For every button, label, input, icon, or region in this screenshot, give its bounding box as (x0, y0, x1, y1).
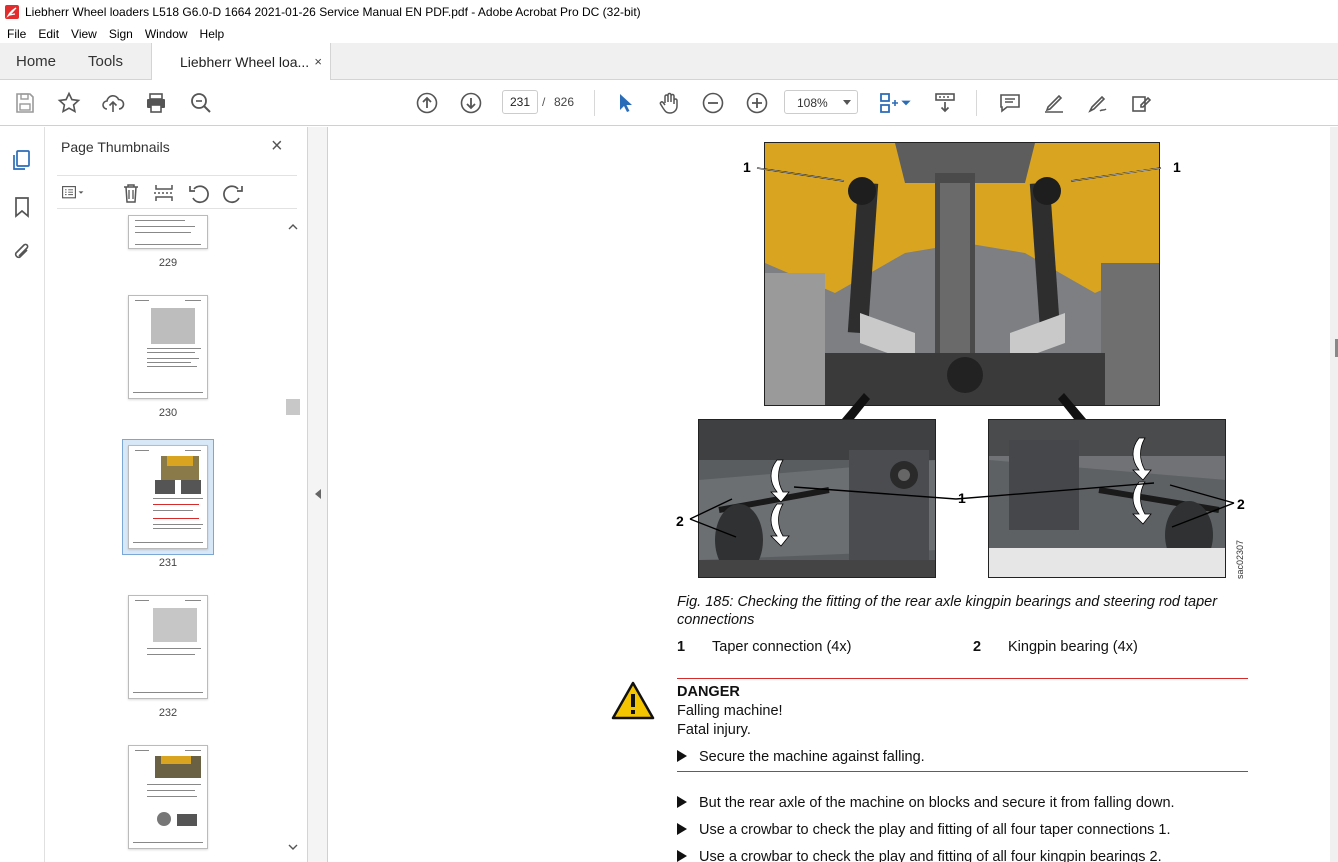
acrobat-app-icon (5, 5, 19, 19)
callout-label: 2 (676, 513, 684, 529)
instruction-step: Use a crowbar to check the play and fitt… (677, 849, 1162, 862)
page-up-icon[interactable] (414, 90, 440, 116)
danger-top-rule (677, 678, 1248, 679)
page-separator: / (542, 95, 546, 109)
rotate-right-icon[interactable] (221, 182, 245, 204)
insert-page-icon[interactable] (152, 182, 176, 204)
menu-window[interactable]: Window (145, 27, 188, 41)
bookmark-star-icon[interactable] (56, 90, 82, 116)
fit-page-dropdown-icon[interactable] (899, 90, 913, 116)
menu-view[interactable]: View (71, 27, 97, 41)
scroll-up-icon[interactable] (288, 223, 298, 231)
zoom-in-icon[interactable] (744, 90, 770, 116)
page-thumbnail[interactable] (128, 215, 208, 249)
thumbnail-page-number: 232 (158, 707, 178, 719)
legend-number: 1 (677, 639, 686, 655)
figure-caption: Fig. 185: Checking the fitting of the re… (677, 594, 1218, 628)
thumbnails-panel: Page Thumbnails × 229 230 231 232 (45, 127, 308, 862)
rotate-left-icon[interactable] (187, 182, 211, 204)
page-thumbnail-current[interactable] (128, 445, 208, 549)
hand-icon[interactable] (656, 90, 682, 116)
page-thumbnail[interactable] (128, 295, 208, 399)
page-thumbnail[interactable] (128, 595, 208, 699)
options-menu-icon[interactable] (61, 182, 85, 204)
title-bar: Liebherr Wheel loaders L518 G6.0-D 1664 … (0, 0, 1338, 24)
instruction-step: Use a crowbar to check the play and fitt… (677, 822, 1171, 838)
chevron-down-icon (843, 100, 851, 105)
menu-file[interactable]: File (7, 27, 26, 41)
scrollbar-thumb[interactable] (286, 399, 300, 415)
highlight-icon[interactable] (1041, 90, 1067, 116)
bookmarks-icon[interactable] (10, 195, 34, 219)
thumbnails-scrollbar[interactable] (286, 219, 300, 859)
print-icon[interactable] (143, 90, 169, 116)
toolbar-divider (976, 90, 977, 116)
document-view[interactable]: 1 1 2 2 sac02307 Fig. 185: Checking the … (329, 127, 1330, 862)
total-pages: 826 (554, 95, 575, 109)
thumbnail-page-number: 230 (158, 407, 178, 419)
danger-heading: DANGER (677, 684, 740, 700)
close-tab-icon[interactable]: × (314, 54, 322, 69)
danger-hazard: Falling machine! (677, 703, 783, 719)
page-thumbnail[interactable] (128, 745, 208, 849)
tab-document-label: Liebherr Wheel loa... (180, 53, 310, 70)
callout-leader-lines (756, 167, 1162, 182)
tab-bar: Home Tools Liebherr Wheel loa... × (0, 43, 1338, 80)
legend-number: 2 (973, 639, 982, 655)
more-tools-icon[interactable] (1128, 90, 1154, 116)
navigation-rail (0, 127, 45, 862)
warning-triangle-icon (611, 681, 655, 720)
close-panel-icon[interactable]: × (271, 135, 283, 158)
menu-help[interactable]: Help (200, 27, 225, 41)
find-zoom-icon[interactable] (188, 90, 214, 116)
comment-icon[interactable] (997, 90, 1023, 116)
detail-leader-lines (689, 482, 1235, 538)
thumbnail-page-number: 229 (158, 257, 178, 269)
danger-consequence: Fatal injury. (677, 722, 751, 738)
danger-bottom-rule (677, 771, 1248, 772)
danger-action: Secure the machine against falling. (677, 749, 925, 765)
zoom-value: 108% (797, 96, 828, 110)
attachments-icon[interactable] (10, 240, 34, 264)
page-number-input[interactable]: 231 (502, 90, 538, 114)
zoom-out-icon[interactable] (700, 90, 726, 116)
tab-home[interactable]: Home (16, 43, 56, 80)
toolbar-divider (594, 90, 595, 116)
panel-title: Page Thumbnails (61, 139, 170, 155)
scroll-mode-icon[interactable] (932, 90, 958, 116)
menu-edit[interactable]: Edit (38, 27, 59, 41)
select-cursor-icon[interactable] (612, 90, 638, 116)
save-icon[interactable] (12, 90, 38, 116)
share-upload-icon[interactable] (100, 90, 126, 116)
thumbnail-tools (57, 175, 297, 209)
panel-splitter[interactable] (308, 127, 328, 862)
scroll-down-icon[interactable] (288, 843, 298, 851)
menu-bar: File Edit View Sign Window Help (0, 24, 1338, 43)
instruction-step: But the rear axle of the machine on bloc… (677, 795, 1175, 811)
tab-tools[interactable]: Tools (88, 43, 123, 80)
delete-page-icon[interactable] (119, 182, 143, 204)
window-title: Liebherr Wheel loaders L518 G6.0-D 1664 … (25, 5, 641, 19)
zoom-select[interactable]: 108% (784, 90, 858, 114)
tab-document[interactable]: Liebherr Wheel loa... × (151, 43, 331, 80)
page-down-icon[interactable] (458, 90, 484, 116)
menu-sign[interactable]: Sign (109, 27, 133, 41)
legend-text: Kingpin bearing (4x) (1008, 639, 1138, 655)
thumbnail-page-number: 231 (158, 557, 178, 569)
image-reference-code: sac02307 (1235, 539, 1245, 579)
legend-text: Taper connection (4x) (712, 639, 852, 655)
collapse-panel-icon[interactable] (315, 489, 321, 499)
page-thumbnails-icon[interactable] (10, 148, 34, 172)
fill-sign-icon[interactable] (1085, 90, 1111, 116)
document-scrollbar[interactable] (1330, 127, 1338, 862)
